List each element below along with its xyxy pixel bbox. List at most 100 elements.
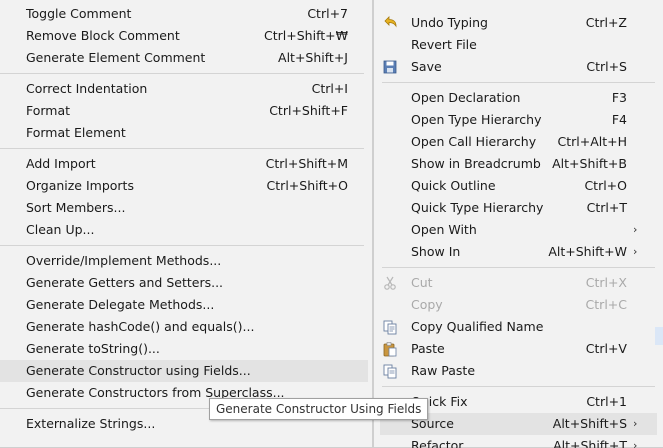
menu-separator xyxy=(382,82,655,83)
menu-item-shortcut: Ctrl+1 xyxy=(586,394,627,409)
menu-item-paste[interactable]: Paste Ctrl+V xyxy=(374,338,663,360)
menu-item-label: Quick Outline xyxy=(411,178,496,193)
menu-item-shortcut: Ctrl+Z xyxy=(585,15,627,30)
menu-item-generate-getters-setters[interactable]: Generate Getters and Setters... xyxy=(0,272,372,294)
menu-item-shortcut: Ctrl+V xyxy=(585,341,627,356)
menu-separator xyxy=(382,386,655,387)
menu-item-generate-element-comment[interactable]: Generate Element Comment Alt+Shift+J xyxy=(0,47,372,69)
menu-item-shortcut: Alt+Shift+S xyxy=(552,416,627,431)
editor-context-menu: Undo Typing Ctrl+Z Revert File Save Ctrl… xyxy=(373,0,663,448)
menu-item-undo-typing[interactable]: Undo Typing Ctrl+Z xyxy=(374,12,663,34)
menu-item-clean-up[interactable]: Clean Up... xyxy=(0,219,372,241)
undo-icon xyxy=(382,15,398,31)
chevron-right-icon: › xyxy=(633,439,638,448)
menu-item-open-with[interactable]: Open With › xyxy=(374,219,663,241)
menu-item-override-implement-methods[interactable]: Override/Implement Methods... xyxy=(0,250,372,272)
menu-item-label: Refactor xyxy=(411,438,464,448)
menu-item-add-import[interactable]: Add Import Ctrl+Shift+M xyxy=(0,153,372,175)
menu-item-quick-outline[interactable]: Quick Outline Ctrl+O xyxy=(374,175,663,197)
menu-item-refactor[interactable]: Refactor Alt+Shift+T › xyxy=(374,435,663,448)
menu-separator xyxy=(0,73,364,74)
menu-item-generate-tostring[interactable]: Generate toString()... xyxy=(0,338,372,360)
menu-item-label: Format xyxy=(26,103,71,118)
menu-item-label: Paste xyxy=(411,341,445,356)
menu-item-label: Open Call Hierarchy xyxy=(411,134,537,149)
menu-separator xyxy=(0,148,364,149)
menu-item-copy[interactable]: Copy Ctrl+C xyxy=(374,294,663,316)
chevron-right-icon: › xyxy=(633,245,638,258)
editor-selection-highlight xyxy=(655,327,663,345)
menu-item-shortcut: Alt+Shift+B xyxy=(552,156,627,171)
menu-item-label: Sort Members... xyxy=(26,200,126,215)
menu-item-raw-paste[interactable]: Raw Paste xyxy=(374,360,663,382)
menu-item-cut[interactable]: Cut Ctrl+X xyxy=(374,272,663,294)
menu-item-copy-qualified-name[interactable]: Copy Qualified Name xyxy=(374,316,663,338)
menu-item-organize-imports[interactable]: Organize Imports Ctrl+Shift+O xyxy=(0,175,372,197)
menu-item-open-type-hierarchy[interactable]: Open Type Hierarchy F4 xyxy=(374,109,663,131)
menu-item-label: Copy Qualified Name xyxy=(411,319,544,334)
menu-item-shortcut: Ctrl+S xyxy=(586,59,627,74)
menu-item-quick-type-hierarchy[interactable]: Quick Type Hierarchy Ctrl+T xyxy=(374,197,663,219)
menu-item-shortcut: Ctrl+X xyxy=(585,275,627,290)
menu-item-shortcut: Ctrl+O xyxy=(584,178,627,193)
paste-icon xyxy=(382,341,398,357)
menu-item-label: Cut xyxy=(411,275,433,290)
menu-item-shortcut: Ctrl+7 xyxy=(307,6,348,21)
menu-item-format[interactable]: Format Ctrl+Shift+F xyxy=(0,100,372,122)
menu-item-label: Generate hashCode() and equals()... xyxy=(26,319,255,334)
menu-item-label: Add Import xyxy=(26,156,96,171)
menu-item-shortcut: Ctrl+Shift+F xyxy=(269,103,348,118)
menu-item-label: Raw Paste xyxy=(411,363,476,378)
menu-item-generate-constructor-using-fields[interactable]: Generate Constructor using Fields... xyxy=(0,360,368,382)
menu-item-label: Generate toString()... xyxy=(26,341,160,356)
menu-item-label: Save xyxy=(411,59,442,74)
menu-item-shortcut: Ctrl+T xyxy=(586,200,627,215)
menu-item-label: Generate Element Comment xyxy=(26,50,206,65)
menu-item-label: Override/Implement Methods... xyxy=(26,253,222,268)
menu-item-label: Open Declaration xyxy=(411,90,521,105)
menu-item-shortcut: Ctrl+Shift+O xyxy=(266,178,348,193)
menu-item-label: Remove Block Comment xyxy=(26,28,180,43)
menu-item-label: Show in Breadcrumb xyxy=(411,156,541,171)
menu-item-show-in-breadcrumb[interactable]: Show in Breadcrumb Alt+Shift+B xyxy=(374,153,663,175)
menu-item-correct-indentation[interactable]: Correct Indentation Ctrl+I xyxy=(0,78,372,100)
menu-separator xyxy=(382,267,655,268)
menu-item-shortcut: Ctrl+Shift+₩ xyxy=(264,28,348,43)
menu-item-label: Generate Delegate Methods... xyxy=(26,297,215,312)
menu-item-shortcut: Ctrl+Alt+H xyxy=(557,134,627,149)
menu-item-label: Open Type Hierarchy xyxy=(411,112,542,127)
menu-item-label: Revert File xyxy=(411,37,477,52)
menu-item-shortcut: Alt+Shift+T xyxy=(553,438,627,448)
copy-qualified-name-icon xyxy=(382,319,398,335)
menu-item-shortcut: F3 xyxy=(611,90,627,105)
menu-item-generate-hashcode-equals[interactable]: Generate hashCode() and equals()... xyxy=(0,316,372,338)
raw-paste-icon xyxy=(382,363,398,379)
menu-item-label: Undo Typing xyxy=(411,15,488,30)
menu-separator xyxy=(0,245,364,246)
menu-item-save[interactable]: Save Ctrl+S xyxy=(374,56,663,78)
menu-item-shortcut: Alt+Shift+J xyxy=(278,50,348,65)
menu-item-remove-block-comment[interactable]: Remove Block Comment Ctrl+Shift+₩ xyxy=(0,25,372,47)
tooltip: Generate Constructor Using Fields xyxy=(209,398,429,420)
menu-item-label: Generate Constructor using Fields... xyxy=(26,363,251,378)
chevron-right-icon: › xyxy=(633,417,638,430)
menu-item-label: Open With xyxy=(411,222,477,237)
menu-item-shortcut: Ctrl+Shift+M xyxy=(265,156,348,171)
menu-item-shortcut: F4 xyxy=(611,112,627,127)
cut-icon xyxy=(382,275,398,291)
menu-item-label: Show In xyxy=(411,244,461,259)
menu-item-open-declaration[interactable]: Open Declaration F3 xyxy=(374,87,663,109)
menu-item-show-in[interactable]: Show In Alt+Shift+W › xyxy=(374,241,663,263)
menu-item-sort-members[interactable]: Sort Members... xyxy=(0,197,372,219)
menu-item-label: Toggle Comment xyxy=(26,6,132,21)
menu-item-label: Organize Imports xyxy=(26,178,134,193)
menu-item-revert-file[interactable]: Revert File xyxy=(374,34,663,56)
menu-item-label: Externalize Strings... xyxy=(26,416,156,431)
menu-item-shortcut: Ctrl+I xyxy=(311,81,348,96)
menu-item-toggle-comment[interactable]: Toggle Comment Ctrl+7 xyxy=(0,3,372,25)
menu-item-generate-delegate-methods[interactable]: Generate Delegate Methods... xyxy=(0,294,372,316)
menu-item-open-call-hierarchy[interactable]: Open Call Hierarchy Ctrl+Alt+H xyxy=(374,131,663,153)
chevron-right-icon: › xyxy=(633,223,638,236)
menu-item-format-element[interactable]: Format Element xyxy=(0,122,372,144)
save-icon xyxy=(382,59,398,75)
